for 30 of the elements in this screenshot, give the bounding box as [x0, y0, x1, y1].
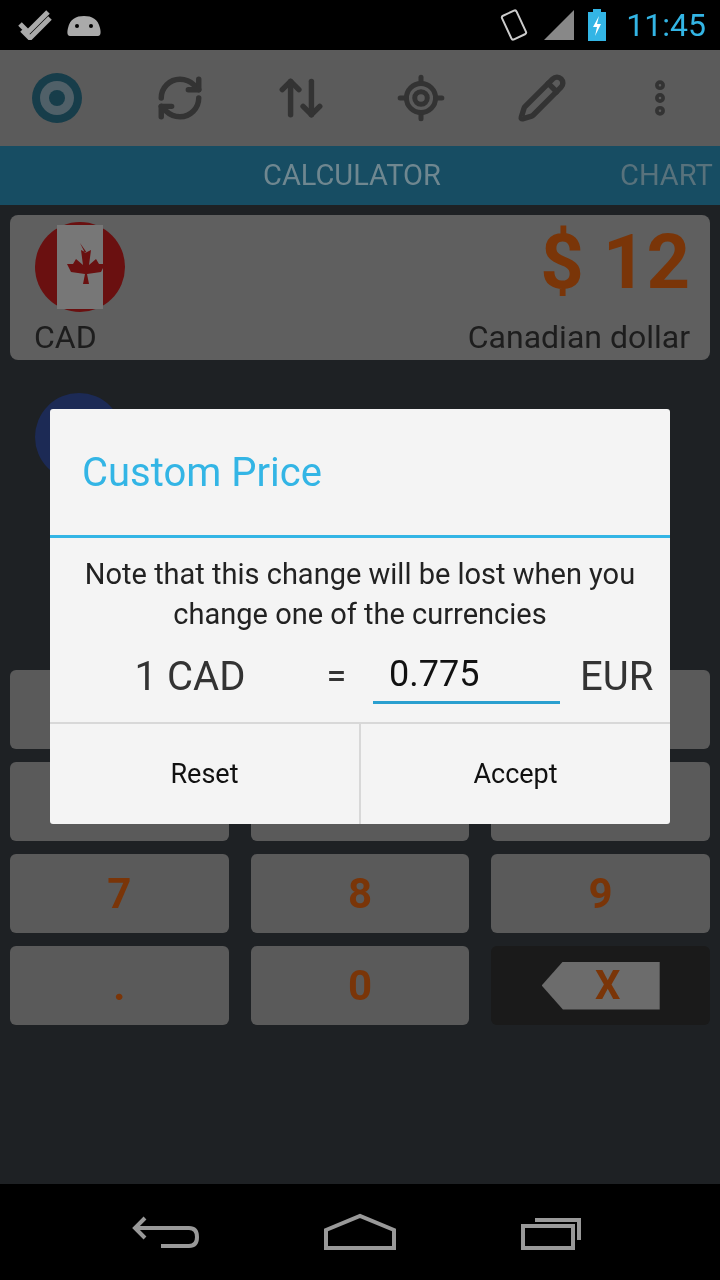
pencil-icon[interactable]: [517, 73, 568, 123]
backspace-key[interactable]: X: [541, 961, 660, 1010]
signal-icon: [544, 10, 575, 40]
keypad-key[interactable]: 8: [250, 854, 470, 933]
locate-icon[interactable]: [396, 73, 447, 123]
dialog-message: Note that this change will be lost when you change one of the currencies: [83, 556, 637, 633]
currency-code: CAD: [34, 318, 97, 356]
dialog-button[interactable]: Reset: [50, 724, 359, 824]
keypad-key[interactable]: X: [491, 946, 710, 1025]
battery-icon: [588, 9, 607, 41]
tab[interactable]: CHART: [620, 158, 713, 192]
home-icon[interactable]: [322, 1212, 398, 1252]
tab[interactable]: CALCULATOR: [263, 158, 441, 192]
flag-icon: [34, 221, 126, 313]
check-icon: [18, 10, 52, 40]
rate-input[interactable]: 0.775: [373, 648, 560, 704]
dialog-button[interactable]: Accept: [359, 724, 670, 824]
app-logo-icon[interactable]: [30, 71, 84, 125]
amount: $ 12: [540, 221, 690, 305]
currency-name: Canadian dollar: [467, 318, 690, 356]
dialog-title: Custom Price: [50, 409, 670, 538]
keypad-key[interactable]: .: [10, 946, 229, 1025]
keypad-key[interactable]: 0: [250, 946, 470, 1025]
clock-time: 11:45: [626, 6, 706, 44]
currency-card[interactable]: CAD $ 12 Canadian dollar: [10, 215, 710, 360]
keypad-key[interactable]: 9: [491, 854, 710, 933]
to-currency: EUR: [580, 652, 654, 700]
from-amount: 1 CAD: [133, 652, 247, 700]
keypad-key[interactable]: 7: [10, 854, 229, 933]
equals-sign: =: [325, 655, 348, 697]
